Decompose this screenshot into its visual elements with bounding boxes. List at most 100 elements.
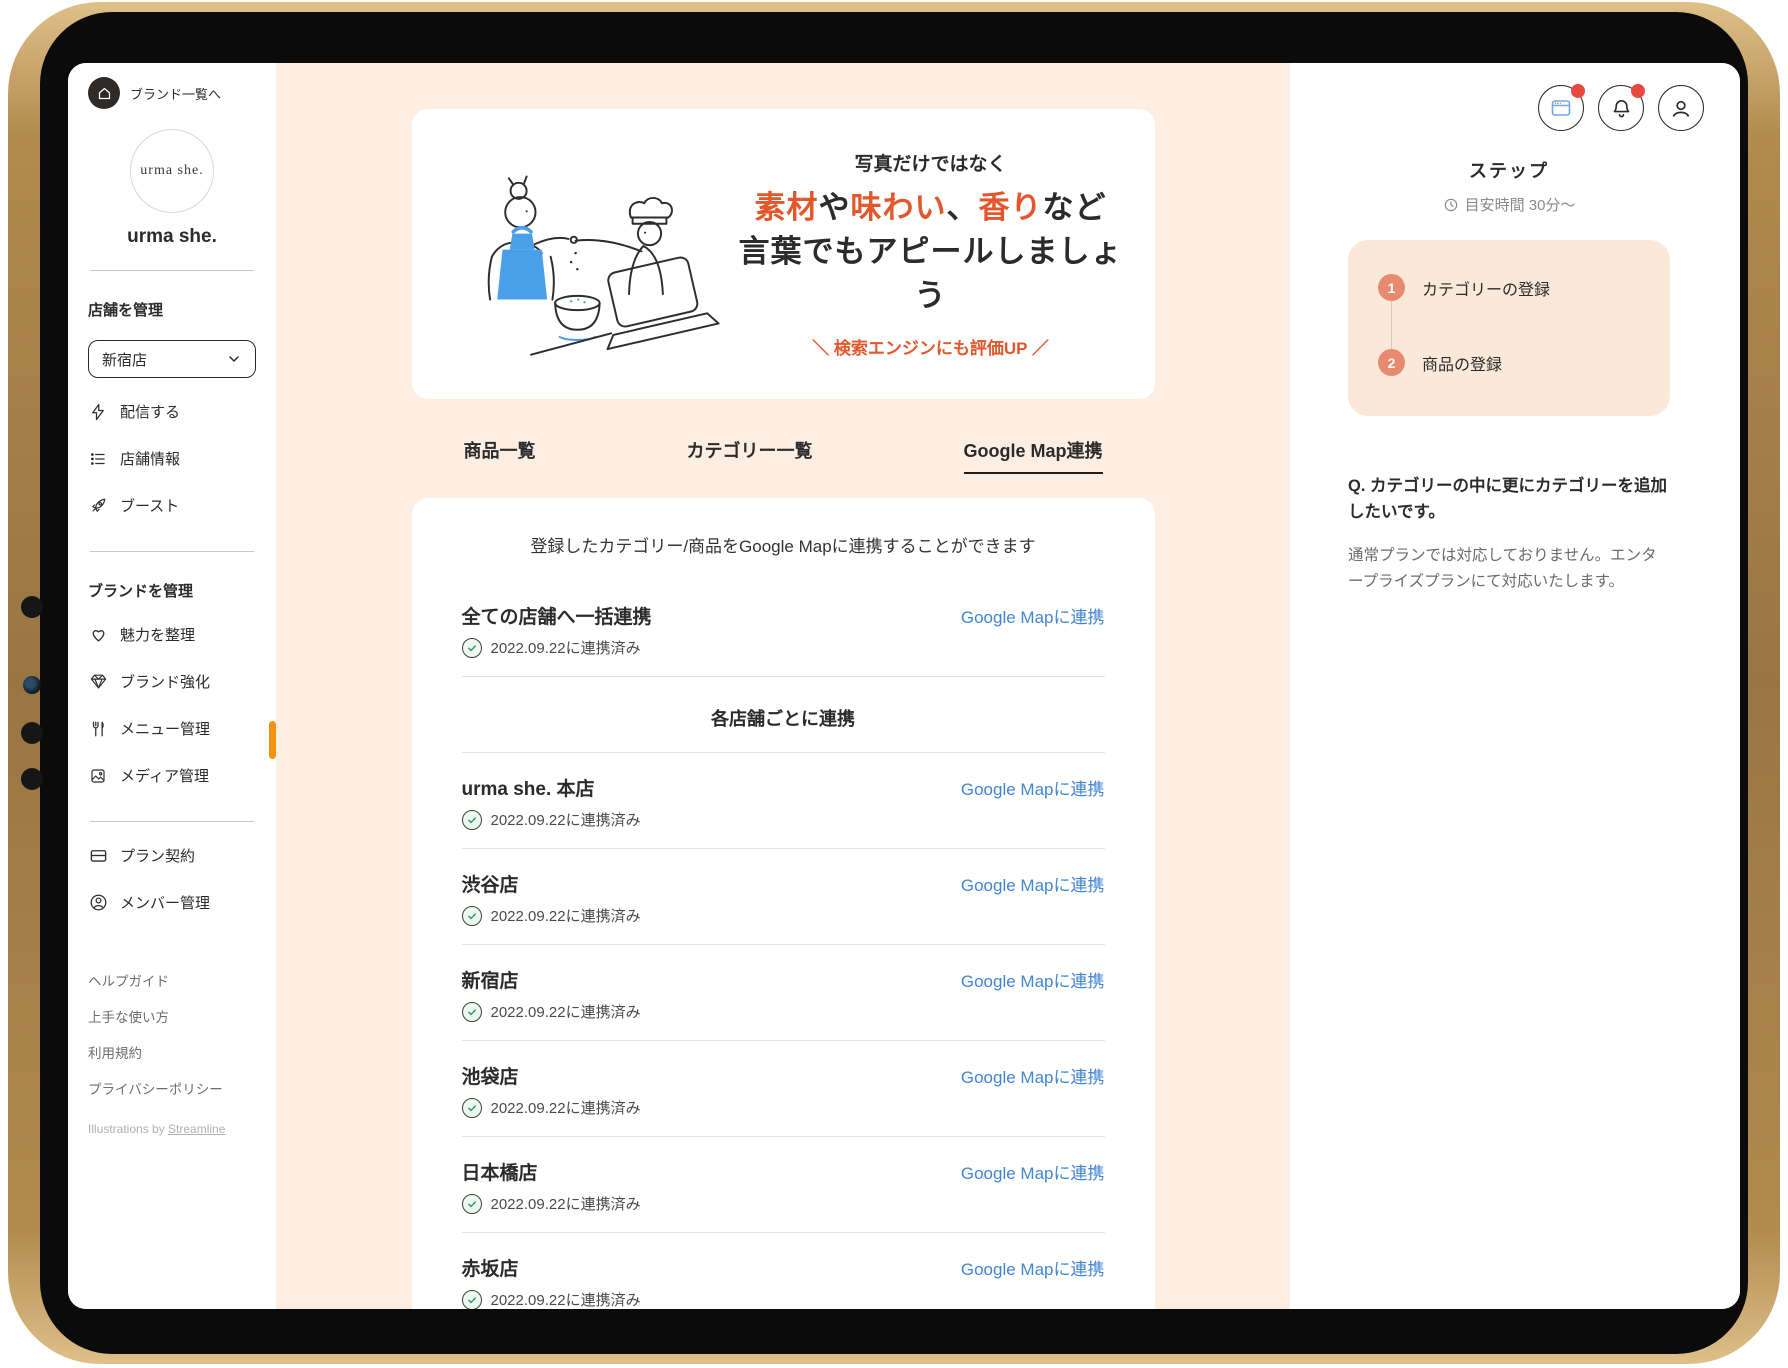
check-icon [461,809,482,830]
sidebar-item-label: 配信する [120,404,181,421]
banner-headline-line2: 言葉でもアピールしましょう [738,233,1123,313]
sync-status-text: 2022.09.22に連携済み [490,812,641,829]
banner-headline-segment: 香り [978,189,1043,225]
faq-question: Q. カテゴリーの中に更にカテゴリーを追加したいです。 [1348,477,1668,521]
promo-banner: 写真だけではなく 素材や味わい、香りなど 言葉でもアピールしましょう ＼ 検索エ… [411,109,1155,399]
step-label: カテゴリーの登録 [1422,281,1551,299]
panel-description: 登録したカテゴリー/商品をGoogle Mapに連携することができます [530,537,1036,556]
banner-text: 写真だけではなく 素材や味わい、香りなど 言葉でもアピールしましょう ＼ 検索エ… [727,149,1129,359]
google-map-sync-link[interactable]: Google Mapに連携 [961,1063,1105,1088]
store-name: 新宿店 [461,971,519,992]
content-tabs: 商品一覧 カテゴリー一覧 Google Map連携 [412,437,1155,474]
terms-link[interactable]: 利用規約 [88,1034,256,1070]
store-row: urma she. 本店 Google Mapに連携 2022.09.22に連携… [461,753,1105,849]
step-item-2: 2 商品の登録 [1378,349,1640,376]
utensils-icon [88,719,108,739]
sidebar-item-media-manage[interactable]: メディア管理 [88,752,256,799]
sidebar-item-members[interactable]: メンバー管理 [88,879,256,926]
sync-status-text: 2022.09.22に連携済み [490,640,641,657]
account-button[interactable] [1658,85,1704,131]
tab-products[interactable]: 商品一覧 [464,437,536,474]
divider [90,821,254,822]
active-menu-indicator [269,721,276,759]
banner-headline: 素材や味わい、香りなど 言葉でもアピールしましょう [733,186,1129,318]
store-selector-value: 新宿店 [102,351,148,369]
notification-badge [1571,84,1585,98]
sidebar-footer-links: ヘルプガイド 上手な使い方 利用規約 プライバシーポリシー [88,962,256,1106]
sync-status-text: 2022.09.22に連携済み [490,908,641,925]
banner-headline-segment: や [818,189,851,225]
step-connector-line [1391,300,1392,350]
check-icon [461,1193,482,1214]
sync-status: 2022.09.22に連携済み [461,905,1105,926]
sidebar-item-label: 魅力を整理 [120,627,196,644]
google-map-sync-link[interactable]: Google Mapに連携 [961,775,1105,800]
tab-categories[interactable]: カテゴリー一覧 [687,437,813,474]
sync-status-text: 2022.09.22に連携済み [490,1196,641,1213]
sidebar-item-label: メンバー管理 [120,895,211,912]
how-to-use-link[interactable]: 上手な使い方 [88,998,256,1034]
sync-status: 2022.09.22に連携済み [461,1097,1105,1118]
google-map-sync-link[interactable]: Google Mapに連携 [961,967,1105,992]
sidebar-item-store-info[interactable]: 店舗情報 [88,435,256,482]
streamline-link[interactable]: Streamline [168,1122,225,1136]
sync-status-text: 2022.09.22に連携済み [490,1100,641,1117]
banner-headline-segment: 素材 [754,189,819,225]
bezel-camera-dot [21,768,43,790]
sync-status: 2022.09.22に連携済み [461,637,1105,658]
home-button[interactable] [88,77,120,109]
account-menu: プラン契約 メンバー管理 [88,832,256,926]
list-icon [88,449,108,469]
sidebar-item-label: 店舗情報 [120,451,181,468]
browser-button[interactable] [1538,84,1585,131]
help-guide-link[interactable]: ヘルプガイド [88,962,256,998]
sync-status-text: 2022.09.22に連携済み [490,1292,641,1309]
privacy-policy-link[interactable]: プライバシーポリシー [88,1070,256,1106]
store-name: urma she. 本店 [461,779,595,800]
topbar-icons [1348,84,1704,131]
store-row: 日本橋店 Google Mapに連携 2022.09.22に連携済み [461,1137,1105,1233]
check-icon [461,1289,482,1309]
tab-google-map[interactable]: Google Map連携 [963,437,1103,474]
banner-tagline: ＼ 検索エンジンにも評価UP ／ [812,339,1049,359]
brand-menu: 魅力を整理 ブランド強化 メニュー管理 メディア管理 [88,611,256,799]
home-icon [98,87,110,99]
google-map-sync-link[interactable]: Google Mapに連携 [961,603,1105,628]
google-map-sync-link[interactable]: Google Mapに連携 [961,1159,1105,1184]
sync-status-text: 2022.09.22に連携済み [490,1004,641,1021]
divider [90,551,254,552]
google-map-sync-link[interactable]: Google Mapに連携 [961,871,1105,896]
bezel-camera-dot [21,596,43,618]
rocket-icon [88,496,108,516]
banner-headline-segment: 、 [946,189,979,225]
bezel-camera-dot [21,722,43,744]
sidebar-item-label: メディア管理 [120,768,209,785]
banner-headline-segment: など [1042,189,1107,225]
back-to-brands[interactable]: ブランド一覧へ [88,77,256,109]
browser-icon [1551,100,1571,116]
heart-icon [88,625,108,645]
notification-badge [1631,84,1645,98]
banner-headline-line1: 素材や味わい、香りなど [755,190,1107,225]
step-number-badge: 2 [1378,349,1405,376]
back-label[interactable]: ブランド一覧へ [130,84,221,103]
sync-status: 2022.09.22に連携済み [461,809,1105,830]
bulk-sync-title: 全ての店舗へ一括連携 [461,607,652,628]
sync-status: 2022.09.22に連携済み [461,1193,1105,1214]
sidebar-item-distribute[interactable]: 配信する [88,388,256,435]
sidebar-item-boost[interactable]: ブースト [88,482,256,529]
sidebar: ブランド一覧へ urma she. urma she. 店舗を管理 新宿店 配信… [68,63,276,1309]
notifications-button[interactable] [1598,84,1645,131]
sidebar-item-brand-boost[interactable]: ブランド強化 [88,658,256,705]
sidebar-item-plan[interactable]: プラン契約 [88,832,256,879]
check-icon [461,637,482,658]
step-number-badge: 1 [1378,274,1405,301]
sidebar-item-menu-manage[interactable]: メニュー管理 [88,705,256,752]
google-map-sync-link[interactable]: Google Mapに連携 [961,1255,1105,1280]
time-estimate: 目安時間 30分〜 [1348,194,1670,215]
sidebar-item-label: メニュー管理 [120,721,211,738]
media-icon [88,766,108,786]
google-map-panel: 登録したカテゴリー/商品をGoogle Mapに連携することができます 全ての店… [411,498,1155,1309]
sidebar-item-charm[interactable]: 魅力を整理 [88,611,256,658]
store-selector[interactable]: 新宿店 [88,340,256,378]
